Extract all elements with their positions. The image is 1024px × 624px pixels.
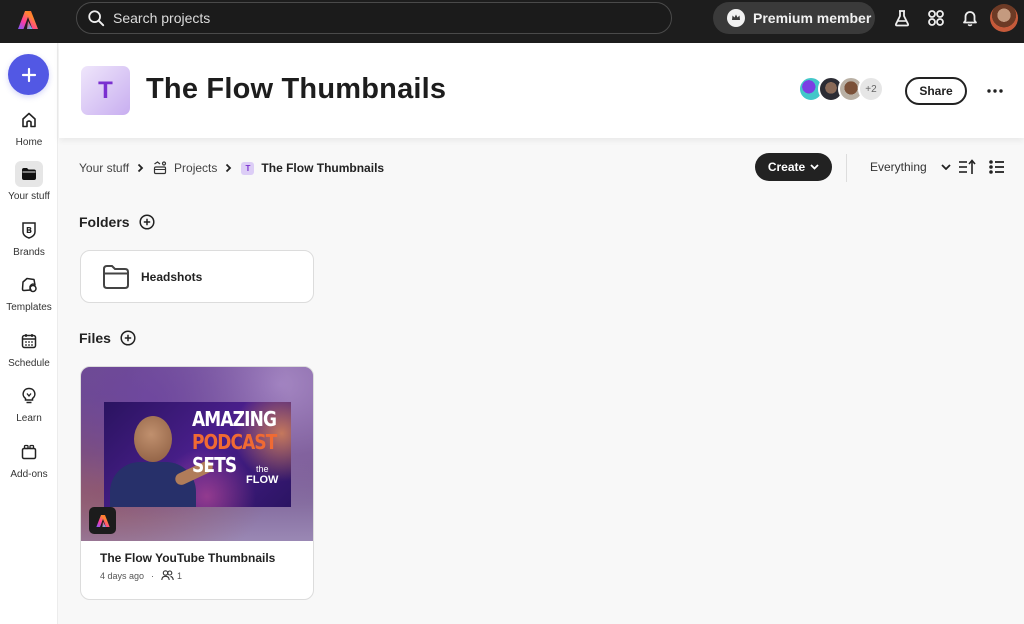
- sidebar-item-your-stuff[interactable]: Your stuff: [0, 161, 58, 213]
- templates-icon: [21, 277, 37, 293]
- sidebar-item-add-ons[interactable]: Add-ons: [0, 439, 58, 491]
- chevron-right-icon: [225, 163, 232, 173]
- chevron-down-icon: [941, 164, 951, 170]
- shared-users-icon: [161, 570, 174, 581]
- home-icon: [22, 112, 36, 128]
- page-title: The Flow Thumbnails: [146, 73, 447, 105]
- adobe-express-logo-icon[interactable]: [16, 8, 40, 32]
- sidebar-item-brands[interactable]: B Brands: [0, 217, 58, 269]
- sidebar-item-label: Learn: [16, 413, 42, 424]
- sidebar-item-label: Add-ons: [10, 469, 48, 480]
- folder-name: Headshots: [141, 269, 203, 284]
- chevron-down-icon: [810, 164, 819, 170]
- meta-separator: ·: [151, 570, 155, 581]
- chevron-right-icon: [137, 163, 144, 173]
- file-name: The Flow YouTube Thumbnails: [100, 551, 276, 565]
- filter-dropdown[interactable]: Everything: [870, 158, 951, 176]
- sidebar-item-label: Your stuff: [8, 191, 50, 202]
- project-header: T The Flow Thumbnails +2 Share: [59, 43, 1024, 138]
- sidebar: Home Your stuff B Brands Templates Sched…: [0, 43, 58, 624]
- project-mini-badge: T: [241, 161, 255, 175]
- sidebar-item-label: Brands: [13, 247, 45, 258]
- search-bar[interactable]: [76, 2, 672, 34]
- more-collaborators-count[interactable]: +2: [858, 76, 884, 102]
- more-horizontal-icon: [987, 89, 1003, 93]
- sort-icon[interactable]: [958, 158, 976, 176]
- toolbar-divider: [846, 154, 847, 182]
- apps-grid-icon[interactable]: [926, 8, 946, 28]
- sidebar-item-learn[interactable]: Learn: [0, 383, 58, 435]
- file-info: The Flow YouTube Thumbnails 4 days ago ·…: [100, 551, 275, 581]
- thumbnail-person-image: [110, 412, 215, 507]
- folders-section-header: Folders: [79, 214, 155, 230]
- files-section-header: Files: [79, 330, 136, 346]
- file-thumbnail: AMAZING PODCAST SETS the FLOW: [104, 402, 291, 507]
- search-input[interactable]: [113, 10, 633, 26]
- brand-icon: B: [22, 222, 36, 239]
- lightbulb-icon: [22, 387, 36, 404]
- list-view-icon[interactable]: [988, 158, 1006, 176]
- add-file-button[interactable]: [120, 330, 136, 346]
- user-avatar[interactable]: [990, 4, 1018, 32]
- breadcrumb: Your stuff Projects T The Flow Thumbnail…: [79, 159, 384, 177]
- sidebar-item-schedule[interactable]: Schedule: [0, 328, 58, 380]
- file-meta: 4 days ago · 1: [100, 570, 275, 581]
- breadcrumb-current: The Flow Thumbnails: [261, 161, 385, 175]
- more-options-button[interactable]: [983, 79, 1007, 103]
- create-label: Create: [767, 160, 806, 174]
- thumbnail-brand-name: FLOW: [246, 474, 279, 486]
- thumbnail-line-2: PODCAST: [192, 430, 277, 454]
- notifications-bell-icon[interactable]: [960, 8, 980, 28]
- sidebar-item-label: Schedule: [8, 358, 50, 369]
- create-dropdown-button[interactable]: Create: [755, 153, 832, 181]
- folders-title: Folders: [79, 214, 130, 230]
- calendar-icon: [21, 334, 37, 349]
- plus-icon: [21, 67, 36, 82]
- projects-icon: [153, 161, 167, 175]
- file-card[interactable]: AMAZING PODCAST SETS the FLOW The Flow Y…: [80, 366, 314, 600]
- collaborator-count: 1: [177, 570, 183, 581]
- sidebar-item-templates[interactable]: Templates: [0, 272, 58, 324]
- folder-icon: [22, 168, 36, 180]
- addons-icon: [21, 444, 37, 460]
- premium-member-label: Premium member: [753, 10, 872, 26]
- adobe-express-app-badge-icon: [89, 507, 116, 534]
- crown-icon: [727, 9, 745, 27]
- add-circle-icon: [139, 214, 155, 230]
- sidebar-item-label: Home: [15, 137, 43, 148]
- sidebar-item-home[interactable]: Home: [0, 107, 58, 159]
- thumbnail-line-1: AMAZING: [192, 407, 277, 431]
- files-title: Files: [79, 330, 111, 346]
- file-modified-time: 4 days ago: [100, 570, 145, 581]
- share-button[interactable]: Share: [905, 77, 967, 105]
- create-new-button[interactable]: [8, 54, 49, 95]
- folder-card[interactable]: Headshots: [80, 250, 314, 303]
- collaborator-avatars[interactable]: +2: [798, 76, 884, 104]
- labs-flask-icon[interactable]: [892, 8, 912, 28]
- svg-text:B: B: [26, 226, 32, 235]
- breadcrumb-projects[interactable]: Projects: [174, 161, 217, 175]
- add-circle-icon: [120, 330, 136, 346]
- thumbnail-brand-logo: the FLOW: [246, 464, 278, 486]
- sidebar-item-label: Templates: [6, 302, 52, 313]
- filter-label: Everything: [870, 160, 927, 174]
- project-badge: T: [81, 66, 130, 115]
- breadcrumb-your-stuff[interactable]: Your stuff: [79, 161, 129, 175]
- search-icon: [88, 10, 105, 27]
- folder-outline-icon: [103, 264, 129, 289]
- top-bar: Premium member: [0, 0, 1024, 43]
- premium-member-button[interactable]: Premium member: [713, 2, 875, 34]
- add-folder-button[interactable]: [139, 214, 155, 230]
